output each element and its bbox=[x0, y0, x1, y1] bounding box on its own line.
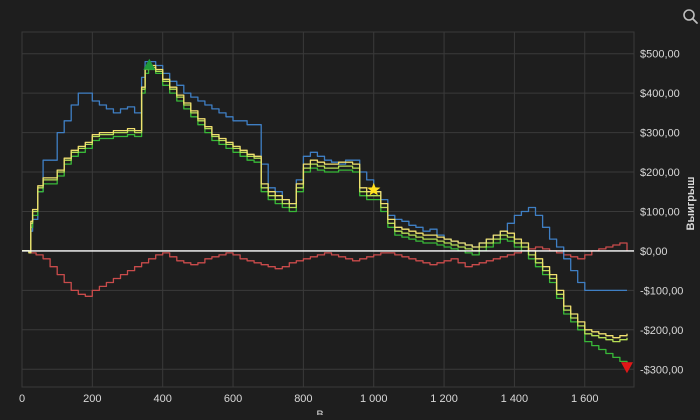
x-tick-label: 0 bbox=[19, 393, 25, 405]
y-tick-label: -$300,00 bbox=[640, 364, 683, 376]
series-layer bbox=[22, 60, 634, 364]
y-tick-label: $100,00 bbox=[640, 206, 680, 218]
x-tick-label: 800 bbox=[294, 393, 312, 405]
x-tick-label: 200 bbox=[83, 393, 101, 405]
y-tick-label: $300,00 bbox=[640, 128, 680, 140]
y-tick-label: $200,00 bbox=[640, 167, 680, 179]
y-tick-label: $400,00 bbox=[640, 88, 680, 100]
marker-low bbox=[620, 362, 633, 374]
chart-root: 0 200 400 600 800 1 000 1 200 1 400 1 600 $500,00… bbox=[0, 0, 700, 420]
y-tick-label: $0,00 bbox=[640, 246, 668, 258]
magnifier-icon[interactable] bbox=[683, 9, 698, 24]
series-line-green bbox=[22, 68, 628, 364]
y-tick-label: -$200,00 bbox=[640, 325, 683, 337]
chart-svg: 0 200 400 600 800 1 000 1 200 1 400 1 600 $500,00… bbox=[19, 9, 698, 420]
y-axis-label: Выигрыш bbox=[685, 177, 697, 231]
x-tick-label: 1 000 bbox=[360, 393, 388, 405]
x-tick-label: 1 400 bbox=[501, 393, 529, 405]
axis-layer: 0 200 400 600 800 1 000 1 200 1 400 1 600 $500,00… bbox=[19, 49, 697, 420]
x-tick-label: 400 bbox=[154, 393, 172, 405]
y-tick-label: -$100,00 bbox=[640, 285, 683, 297]
x-tick-label: 1 200 bbox=[430, 393, 458, 405]
x-tick-label: 1 600 bbox=[571, 393, 599, 405]
plot-frame bbox=[21, 31, 635, 388]
series-line-yellow bbox=[22, 64, 628, 339]
y-tick-label: $500,00 bbox=[640, 49, 680, 61]
x-tick-label: 600 bbox=[224, 393, 242, 405]
x-axis-label: В bbox=[316, 409, 323, 415]
grid-layer bbox=[21, 31, 635, 388]
series-line-blue bbox=[22, 60, 627, 292]
